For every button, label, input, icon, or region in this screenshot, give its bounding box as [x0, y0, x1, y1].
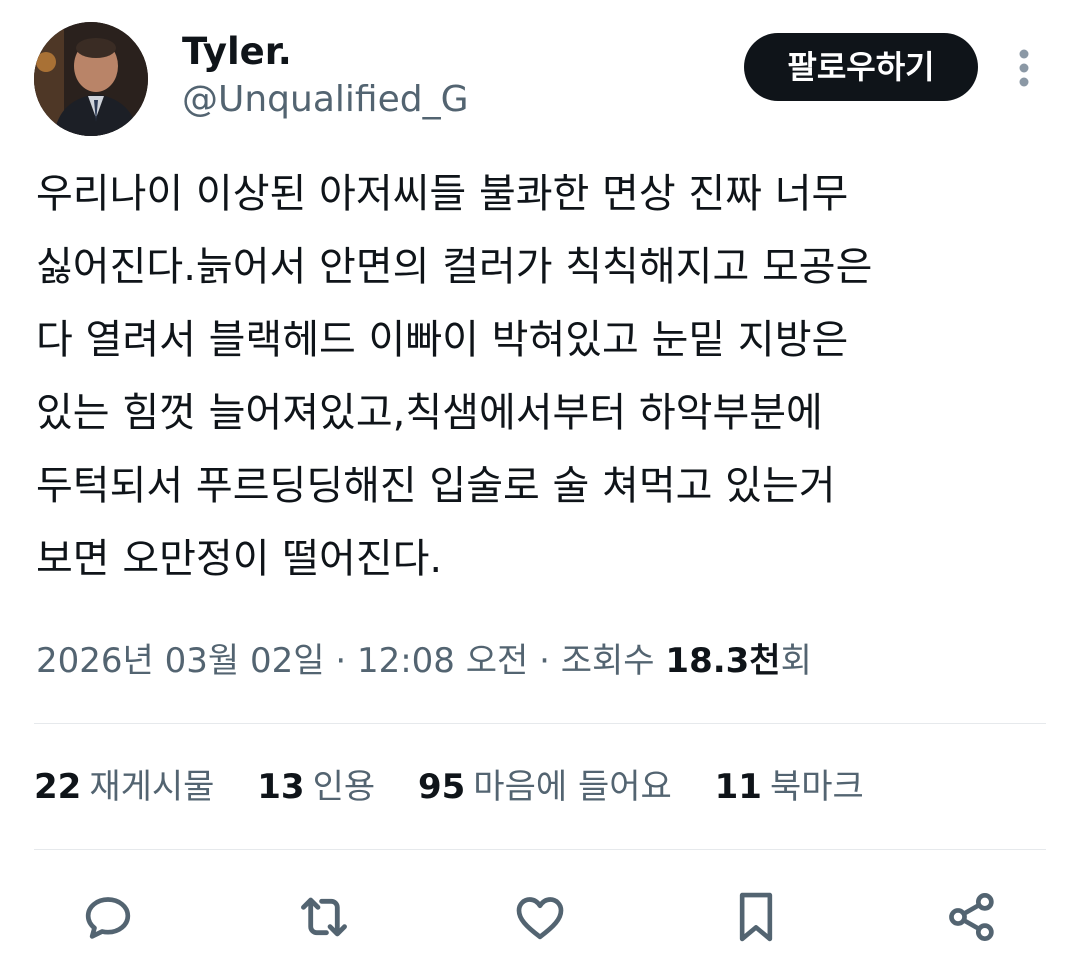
tweet-time[interactable]: 12:08 오전 [357, 641, 528, 681]
meta-separator: · [324, 641, 357, 681]
likes-stat[interactable]: 95 마음에 들어요 [418, 762, 672, 812]
bookmarks-count: 11 [714, 767, 762, 807]
tweet-text-line: 보면 오만정이 떨어진다. [36, 536, 443, 582]
action-bar [0, 885, 1080, 951]
heart-icon[interactable] [508, 885, 572, 949]
quotes-count: 13 [257, 767, 305, 807]
avatar-photo [34, 22, 148, 136]
tweet-text-line: 우리나이 이상된 아저씨들 불콰한 면상 진짜 너무 [36, 171, 849, 217]
bookmarks-label: 북마크 [769, 767, 864, 807]
views-suffix: 회 [780, 641, 812, 681]
views-label: 조회수 [560, 641, 666, 681]
share-icon[interactable] [940, 885, 1004, 949]
display-name[interactable]: Tyler. [182, 30, 292, 74]
retweets-label: 재게시물 [89, 767, 215, 807]
retweets-count: 22 [34, 767, 82, 807]
reply-icon[interactable] [76, 885, 140, 949]
tweet-date[interactable]: 2026년 03월 02일 [36, 641, 325, 681]
tweet-metadata: 2026년 03월 02일 · 12:08 오전 · 조회수 18.3천회 [36, 636, 812, 686]
views-count: 18.3천 [665, 641, 781, 681]
tweet-text-line: 있는 힘껏 늘어져있고,칙샘에서부터 하악부분에 [36, 390, 823, 436]
tweet-text-line: 두턱되서 푸르딩딩해진 입술로 술 쳐먹고 있는거 [36, 463, 836, 509]
quotes-label: 인용 [312, 767, 376, 807]
more-vertical-icon[interactable] [1006, 46, 1042, 90]
user-handle[interactable]: @Unqualified_G [182, 78, 468, 122]
bookmark-icon[interactable] [724, 885, 788, 949]
tweet-text-line: 싫어진다.늙어서 안면의 컬러가 칙칙해지고 모공은 [36, 244, 873, 290]
quotes-stat[interactable]: 13 인용 [257, 762, 375, 812]
follow-button[interactable]: 팔로우하기 [744, 33, 978, 101]
retweet-icon[interactable] [292, 885, 356, 949]
divider [34, 723, 1046, 724]
likes-count: 95 [417, 767, 466, 807]
retweets-stat[interactable]: 22 재게시물 [34, 762, 214, 812]
tweet-text: 우리나이 이상된 아저씨들 불콰한 면상 진짜 너무 싫어진다.늙어서 안면의 … [36, 158, 1048, 596]
tweet-text-line: 다 열려서 블랙헤드 이빠이 박혀있고 눈밑 지방은 [36, 317, 849, 363]
engagement-stats: 22 재게시물 13 인용 95 마음에 들어요 11 북마크 [34, 762, 896, 812]
meta-separator: · [528, 641, 561, 681]
bookmarks-stat[interactable]: 11 북마크 [715, 762, 864, 812]
likes-label: 마음에 들어요 [473, 767, 672, 807]
divider [34, 849, 1046, 850]
avatar[interactable] [34, 22, 148, 136]
